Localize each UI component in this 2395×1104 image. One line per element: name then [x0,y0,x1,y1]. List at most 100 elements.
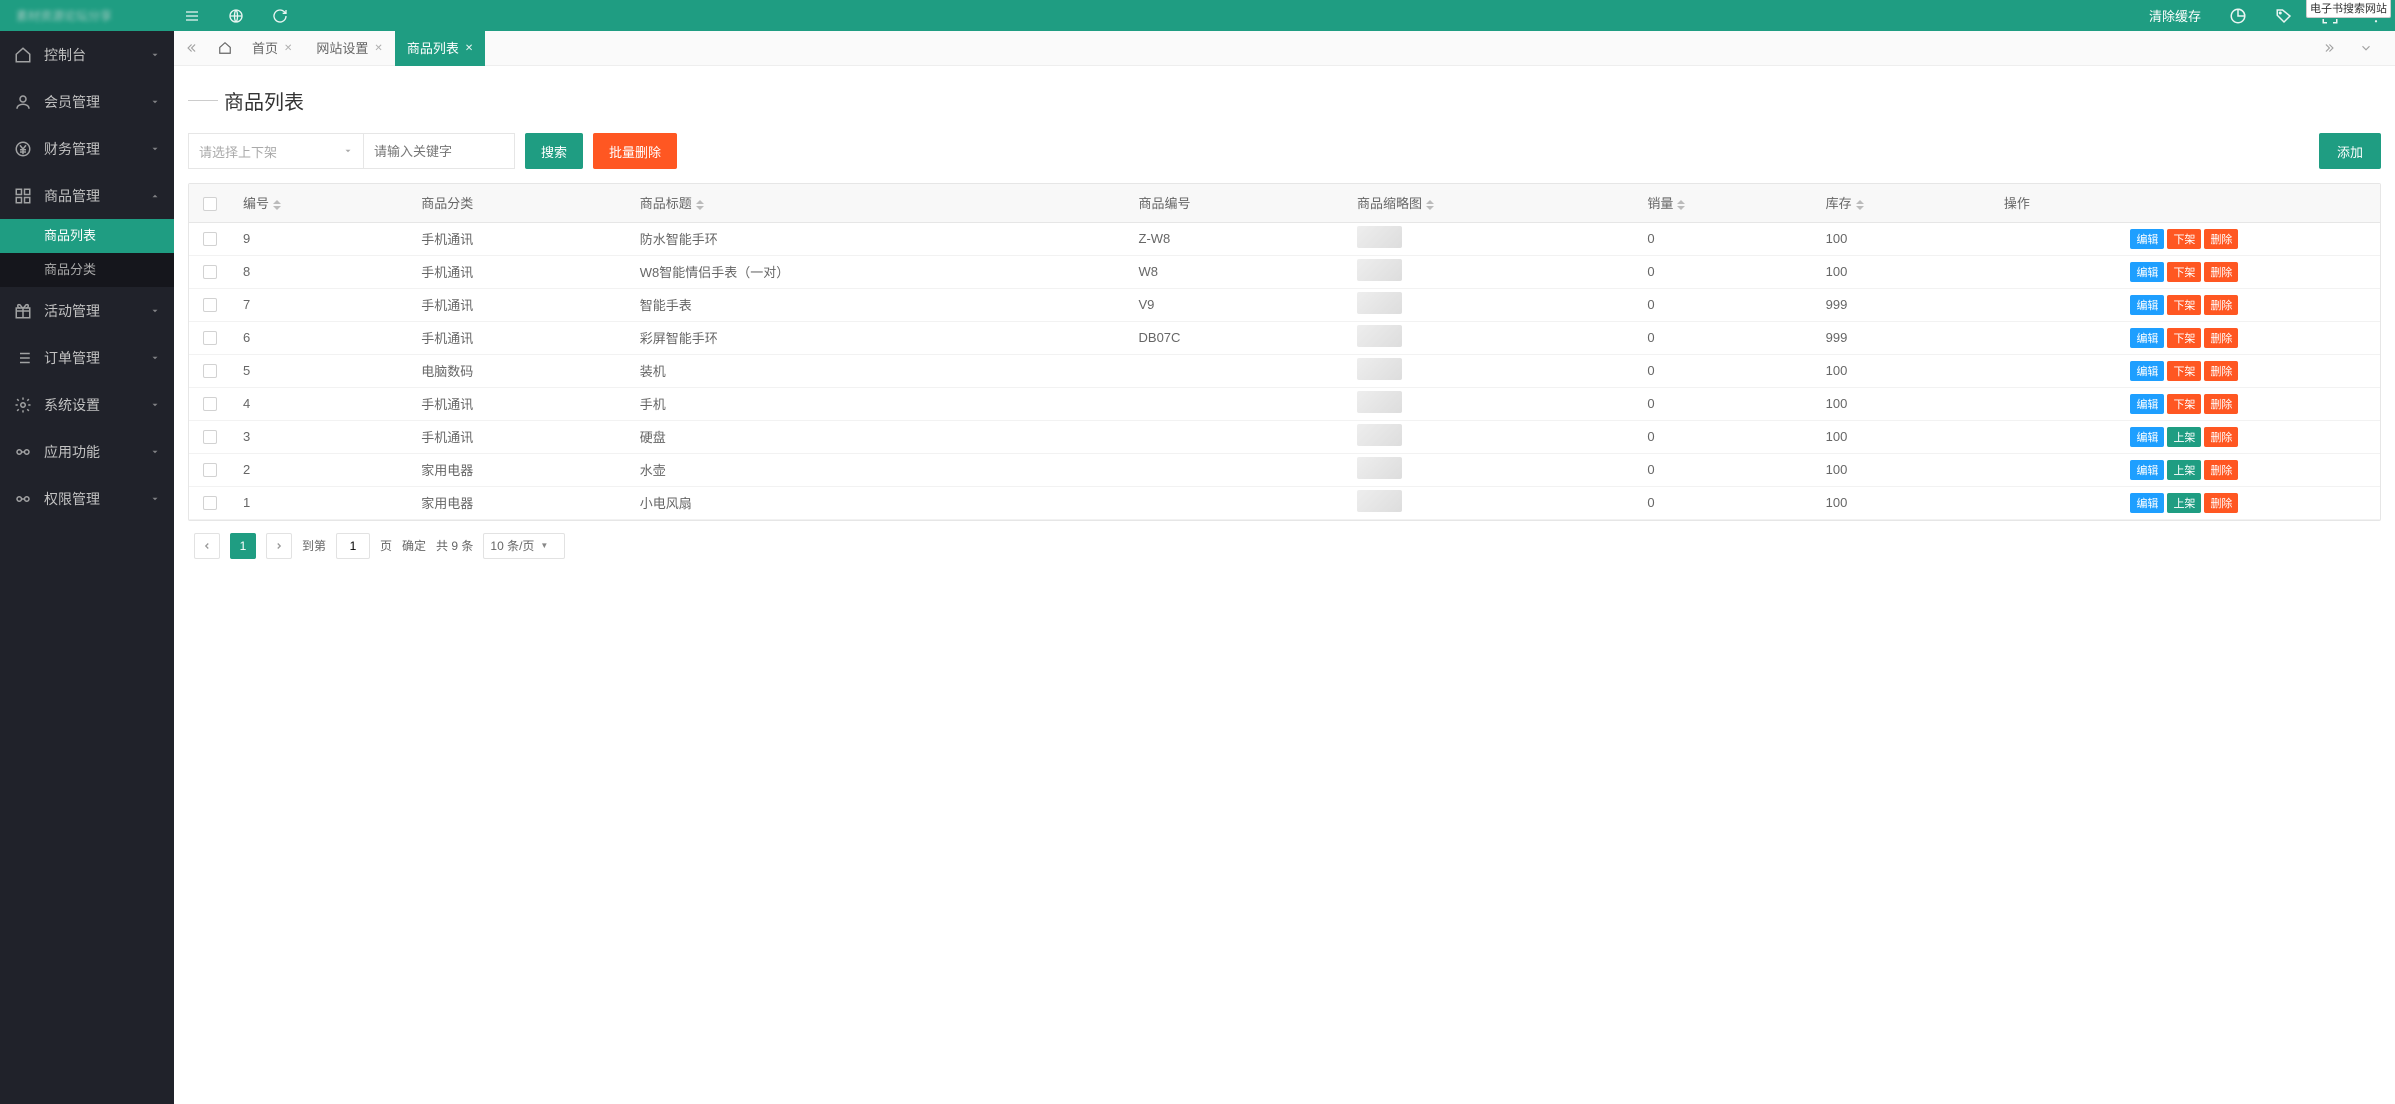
delete-button[interactable]: 删除 [2204,229,2238,249]
cell-title: 手机 [628,387,1127,420]
tab-0[interactable]: 首页✕ [240,31,304,66]
tab-home[interactable] [210,31,240,66]
thumbnail-image [1357,424,1402,446]
th-5[interactable]: 商品缩略图 [1345,184,1635,222]
row-checkbox[interactable] [203,397,217,411]
shelf-button[interactable]: 下架 [2167,328,2201,348]
cell-sales: 0 [1635,486,1813,519]
delete-button[interactable]: 删除 [2204,262,2238,282]
cell-title: 装机 [628,354,1127,387]
sidebar-item-0[interactable]: 控制台 [0,31,174,78]
row-checkbox[interactable] [203,265,217,279]
edit-button[interactable]: 编辑 [2130,229,2164,249]
pager-page-label: 页 [380,537,392,554]
tab-2[interactable]: 商品列表✕ [395,31,485,66]
sidebar-item-4[interactable]: 活动管理 [0,287,174,334]
tab-1[interactable]: 网站设置✕ [304,31,394,66]
sidebar-item-5[interactable]: 订单管理 [0,334,174,381]
edit-button[interactable]: 编辑 [2130,394,2164,414]
chevron-down-icon [343,146,353,156]
row-checkbox[interactable] [203,331,217,345]
close-icon[interactable]: ✕ [374,31,382,66]
search-button[interactable]: 搜索 [525,133,583,169]
pager-prev[interactable] [194,533,220,559]
tag-icon[interactable] [2275,7,2293,25]
tabs-menu-icon[interactable] [2359,41,2373,55]
shelf-button[interactable]: 下架 [2167,229,2201,249]
delete-button[interactable]: 删除 [2204,295,2238,315]
edit-button[interactable]: 编辑 [2130,427,2164,447]
batch-delete-button[interactable]: 批量删除 [593,133,677,169]
shelf-button[interactable]: 上架 [2167,460,2201,480]
edit-button[interactable]: 编辑 [2130,262,2164,282]
cell-thumb [1345,453,1635,486]
cell-sales: 0 [1635,420,1813,453]
delete-button[interactable]: 删除 [2204,361,2238,381]
globe-icon[interactable] [228,8,244,24]
tabs-next-icon[interactable] [2323,41,2337,55]
row-checkbox[interactable] [203,232,217,246]
row-checkbox[interactable] [203,298,217,312]
edit-button[interactable]: 编辑 [2130,328,2164,348]
shelf-button[interactable]: 下架 [2167,361,2201,381]
pagination: 1 到第 页 确定 共 9 条 10 条/页 [188,521,2381,571]
edit-button[interactable]: 编辑 [2130,460,2164,480]
pager-next[interactable] [266,533,292,559]
cell-actions: 编辑下架删除 [1992,255,2380,288]
close-icon[interactable]: ✕ [465,31,473,66]
select-all-checkbox[interactable] [203,197,217,211]
shelf-select-placeholder: 请选择上下架 [199,142,277,161]
shelf-button[interactable]: 下架 [2167,394,2201,414]
pager-goto-input[interactable] [336,533,370,559]
add-button[interactable]: 添加 [2319,133,2381,169]
edit-button[interactable]: 编辑 [2130,361,2164,381]
delete-button[interactable]: 删除 [2204,394,2238,414]
shelf-button[interactable]: 下架 [2167,295,2201,315]
row-checkbox[interactable] [203,430,217,444]
dashboard-icon[interactable] [2229,7,2247,25]
row-checkbox[interactable] [203,496,217,510]
sidebar-item-8[interactable]: 权限管理 [0,475,174,522]
sidebar-item-3[interactable]: 商品管理 [0,172,174,219]
pager-confirm[interactable]: 确定 [402,537,426,554]
thumbnail-image [1357,292,1402,314]
th-3[interactable]: 商品标题 [628,184,1127,222]
menu-toggle-icon[interactable] [184,8,200,24]
cell-category: 手机通讯 [409,387,628,420]
th-6[interactable]: 销量 [1635,184,1813,222]
pager-size-select[interactable]: 10 条/页 [483,533,565,559]
edit-button[interactable]: 编辑 [2130,493,2164,513]
chevron-down-icon [150,50,160,60]
delete-button[interactable]: 删除 [2204,427,2238,447]
th-7[interactable]: 库存 [1814,184,1992,222]
pager-page-1[interactable]: 1 [230,533,256,559]
delete-button[interactable]: 删除 [2204,460,2238,480]
refresh-icon[interactable] [272,8,288,24]
sidebar-item-6[interactable]: 系统设置 [0,381,174,428]
th-1[interactable]: 编号 [231,184,409,222]
gift-icon [14,302,32,320]
row-checkbox[interactable] [203,463,217,477]
cell-category: 电脑数码 [409,354,628,387]
tabs-prev-icon[interactable] [184,41,198,55]
sidebar-sub-3-1[interactable]: 商品分类 [0,253,174,287]
delete-button[interactable]: 删除 [2204,493,2238,513]
shelf-button[interactable]: 下架 [2167,262,2201,282]
keyword-input[interactable] [363,133,515,169]
row-checkbox[interactable] [203,364,217,378]
shelf-button[interactable]: 上架 [2167,427,2201,447]
delete-button[interactable]: 删除 [2204,328,2238,348]
clear-cache-link[interactable]: 清除缓存 [2149,6,2201,25]
sidebar-item-2[interactable]: 财务管理 [0,125,174,172]
cell-id: 7 [231,288,409,321]
sidebar-sub-3-0[interactable]: 商品列表 [0,219,174,253]
sidebar-item-7[interactable]: 应用功能 [0,428,174,475]
close-icon[interactable]: ✕ [284,31,292,66]
edit-button[interactable]: 编辑 [2130,295,2164,315]
cell-sales: 0 [1635,453,1813,486]
sidebar-item-1[interactable]: 会员管理 [0,78,174,125]
shelf-select[interactable]: 请选择上下架 [188,133,364,169]
cell-title: 小电风扇 [628,486,1127,519]
table-row: 6手机通讯彩屏智能手环DB07C0999编辑下架删除 [189,321,2380,354]
shelf-button[interactable]: 上架 [2167,493,2201,513]
